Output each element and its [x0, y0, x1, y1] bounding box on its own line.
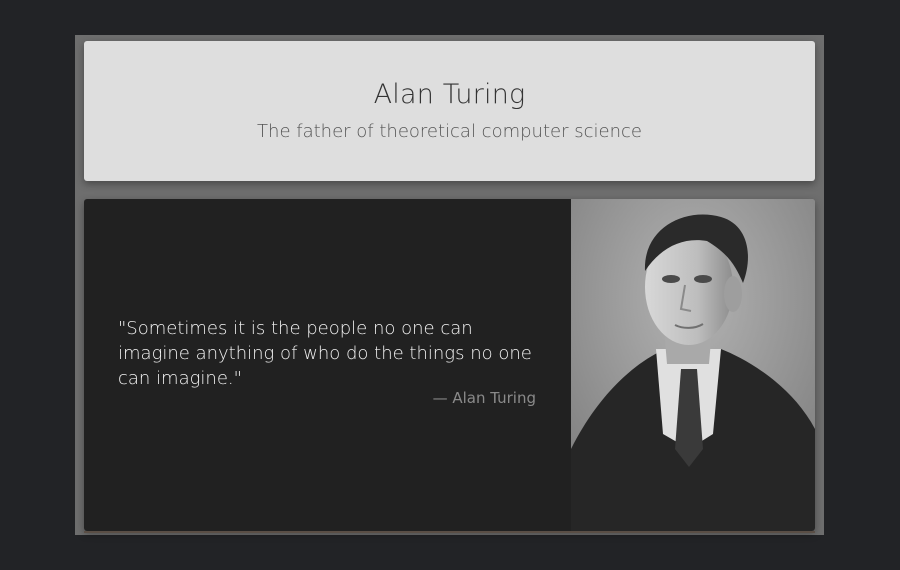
content-card: "Sometimes it is the people no one can i… — [84, 199, 815, 531]
quote-text: "Sometimes it is the people no one can i… — [118, 318, 532, 389]
header-card: Alan Turing The father of theoretical co… — [84, 41, 815, 181]
page-title: Alan Turing — [373, 79, 526, 110]
portrait-illustration — [571, 199, 815, 531]
tribute-frame: Alan Turing The father of theoretical co… — [75, 35, 824, 535]
quote-panel: "Sometimes it is the people no one can i… — [84, 199, 571, 531]
page-subtitle: The father of theoretical computer scien… — [257, 121, 642, 142]
quote-author: — Alan Turing — [432, 389, 536, 407]
portrait-image — [571, 199, 815, 531]
bottom-accent-line — [84, 531, 815, 533]
